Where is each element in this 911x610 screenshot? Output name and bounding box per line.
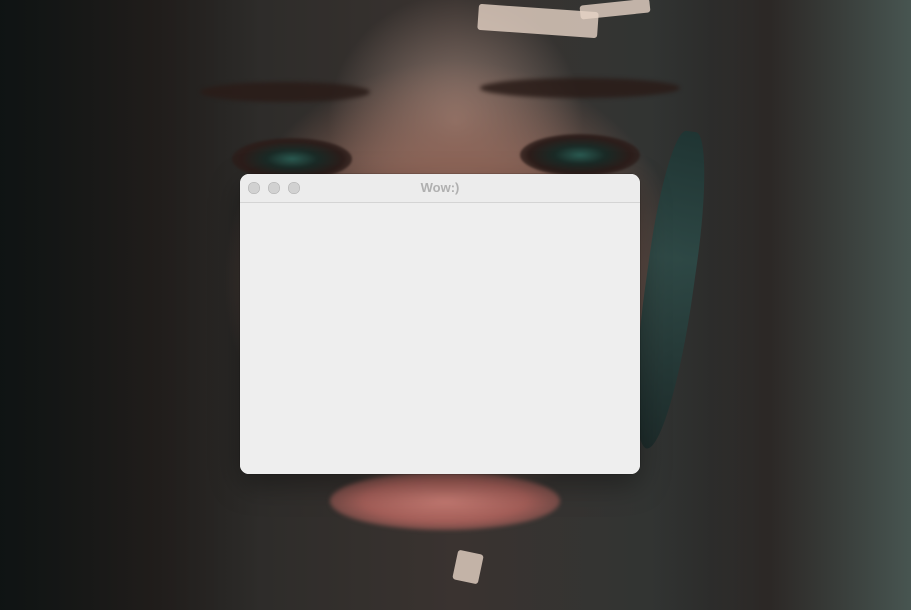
wallpaper-crack (579, 0, 651, 20)
wallpaper-left-brow (200, 82, 370, 102)
wallpaper-right-eye (520, 134, 640, 176)
desktop: Wow:) (0, 0, 911, 610)
window-title: Wow:) (420, 180, 460, 195)
wallpaper-lips (330, 472, 560, 530)
wallpaper-right-brow (480, 78, 680, 98)
wallpaper-crack (452, 549, 484, 585)
app-window[interactable]: Wow:) (240, 174, 640, 474)
window-titlebar[interactable]: Wow:) (240, 174, 640, 203)
window-content (240, 203, 640, 474)
